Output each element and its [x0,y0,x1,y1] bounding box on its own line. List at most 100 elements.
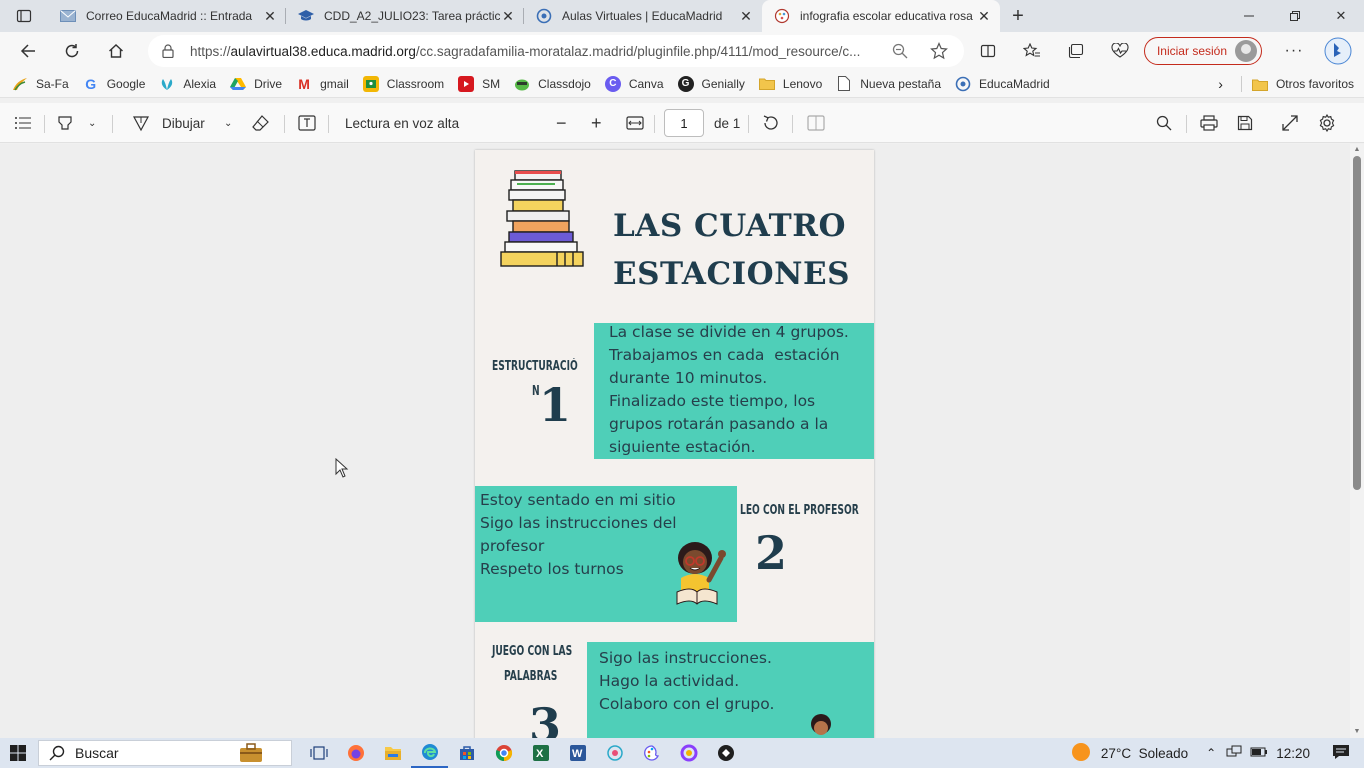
station-1-text: La clase se divide en 4 grupos. Trabajam… [609,323,849,456]
alexia-icon [159,76,175,92]
collections-button[interactable] [1058,35,1094,67]
new-tab-button[interactable]: + [1000,0,1036,32]
bookmark-educamadrid[interactable]: EducaMadrid [955,76,1050,92]
taskbar-excel[interactable]: X [522,738,559,768]
draw-options-chevron[interactable]: ⌄ [224,103,232,143]
draw-button[interactable]: Dibujar [132,103,205,143]
close-tab-icon[interactable]: ✕ [738,8,754,24]
page-number-input[interactable]: 1 [664,109,704,137]
close-window-button[interactable]: ✕ [1318,0,1364,32]
save-button[interactable] [1237,103,1253,143]
favorite-star-icon[interactable] [930,42,948,63]
split-screen-button[interactable] [970,35,1006,67]
app-ring-icon [680,744,697,762]
bookmark-folder-lenovo[interactable]: Lenovo [758,76,822,92]
station-3-number: 3 [529,698,562,738]
favorites-button[interactable] [1014,35,1050,67]
start-button[interactable] [10,745,26,764]
scroll-thumb[interactable] [1353,156,1361,490]
bookmark-google[interactable]: G Google [83,76,145,92]
taskbar-app-circle[interactable] [670,738,707,768]
home-button[interactable] [98,35,134,67]
fit-to-width-button[interactable] [626,103,644,143]
tab-infografia[interactable]: infografia escolar educativa rosa ✕ [762,0,1000,32]
weather-sun-icon[interactable] [1071,742,1091,765]
sign-in-button[interactable]: Iniciar sesión [1143,37,1262,65]
sm-icon [458,75,475,92]
taskbar-store[interactable] [448,738,485,768]
fullscreen-button[interactable] [1282,103,1298,143]
divider [44,115,45,133]
window-controls: ✕ [1226,0,1364,32]
bookmark-nueva-pestana[interactable]: Nueva pestaña [836,76,941,92]
canva-icon [774,8,790,24]
address-bar[interactable]: https://aulavirtual38.educa.madrid.org/c… [148,35,964,67]
taskbar-app-dark[interactable] [707,738,744,768]
print-button[interactable] [1200,103,1218,143]
battery-icon[interactable] [1250,746,1268,761]
taskbar-chrome[interactable] [485,738,522,768]
add-text-button[interactable] [298,103,316,143]
taskbar-search-box[interactable]: Buscar [38,740,292,766]
briefcase-icon[interactable] [239,743,263,766]
page-view-button[interactable] [807,103,825,143]
chevron-up-icon[interactable]: ⌃ [1206,746,1216,760]
weather-text[interactable]: 27°C Soleado [1101,746,1188,761]
taskbar-app-globe[interactable] [596,738,633,768]
reload-button[interactable] [54,35,90,67]
zoom-out-button[interactable]: − [556,103,567,143]
bookmark-alexia[interactable]: Alexia [159,76,216,92]
zoom-icon[interactable] [892,43,908,62]
tab-aulas-virtuales[interactable]: Aulas Virtuales | EducaMadrid ✕ [524,0,762,32]
pdf-viewer[interactable]: LAS CUATRO ESTACIONES La clase se divide… [0,144,1350,738]
close-tab-icon[interactable]: ✕ [500,8,516,24]
vertical-scrollbar[interactable]: ▲ ▼ [1350,144,1364,738]
bing-copilot-button[interactable] [1320,35,1356,67]
bookmark-genially[interactable]: G Genially [677,75,745,92]
scroll-down-arrow[interactable]: ▼ [1353,728,1361,736]
bookmark-safa[interactable]: Sa-Fa [12,76,69,92]
bookmark-classdojo[interactable]: Classdojo [514,76,591,92]
clock[interactable]: 12:20 [1276,746,1310,761]
bookmark-drive[interactable]: Drive [230,76,282,92]
bookmark-canva[interactable]: C Canva [604,75,664,92]
other-favorites-folder[interactable]: Otros favoritos [1251,76,1354,92]
network-icon[interactable] [1226,745,1242,762]
divider [1186,115,1187,133]
task-view-button[interactable] [300,738,337,768]
scroll-up-arrow[interactable]: ▲ [1353,146,1361,154]
rotate-button[interactable] [762,103,780,143]
taskbar-word[interactable]: W [559,738,596,768]
bookmark-classroom[interactable]: Classroom [362,75,444,92]
zoom-in-button[interactable]: + [591,103,602,143]
tab-actions-menu-button[interactable] [0,0,48,32]
find-button[interactable] [1156,103,1172,143]
read-aloud-button[interactable]: Lectura en voz alta [345,103,459,143]
minimize-button[interactable] [1226,0,1272,32]
table-of-contents-button[interactable] [14,103,32,143]
restore-button[interactable] [1272,0,1318,32]
chevron-down-icon: ⌄ [224,117,233,129]
erase-button[interactable] [252,103,270,143]
bookmark-gmail[interactable]: Mgmail [296,76,349,92]
tab-title: infografia escolar educativa rosa [800,9,973,23]
settings-more-button[interactable]: ··· [1276,35,1312,67]
taskbar-file-explorer[interactable] [374,738,411,768]
highlight-options-chevron[interactable]: ⌄ [88,103,96,143]
tab-cdd-tarea[interactable]: CDD_A2_JULIO23: Tarea práctica 8 ✕ [286,0,524,32]
pdf-settings-button[interactable] [1318,103,1336,143]
taskbar-app-paint[interactable] [633,738,670,768]
browser-essentials-button[interactable] [1102,35,1138,67]
eraser-icon [252,115,269,131]
taskbar-edge[interactable] [411,738,448,768]
close-tab-icon[interactable]: ✕ [262,8,278,24]
tab-correo[interactable]: Correo EducaMadrid :: Entrada ✕ [48,0,286,32]
chevron-right-icon[interactable]: › [1218,76,1223,92]
notifications-icon[interactable] [1332,744,1350,763]
back-button[interactable] [10,35,46,67]
taskbar-firefox[interactable] [337,738,374,768]
highlight-button[interactable] [56,103,74,143]
close-tab-icon[interactable]: ✕ [976,8,992,24]
bookmark-sm[interactable]: SM [458,75,500,92]
folder-icon [758,76,775,92]
